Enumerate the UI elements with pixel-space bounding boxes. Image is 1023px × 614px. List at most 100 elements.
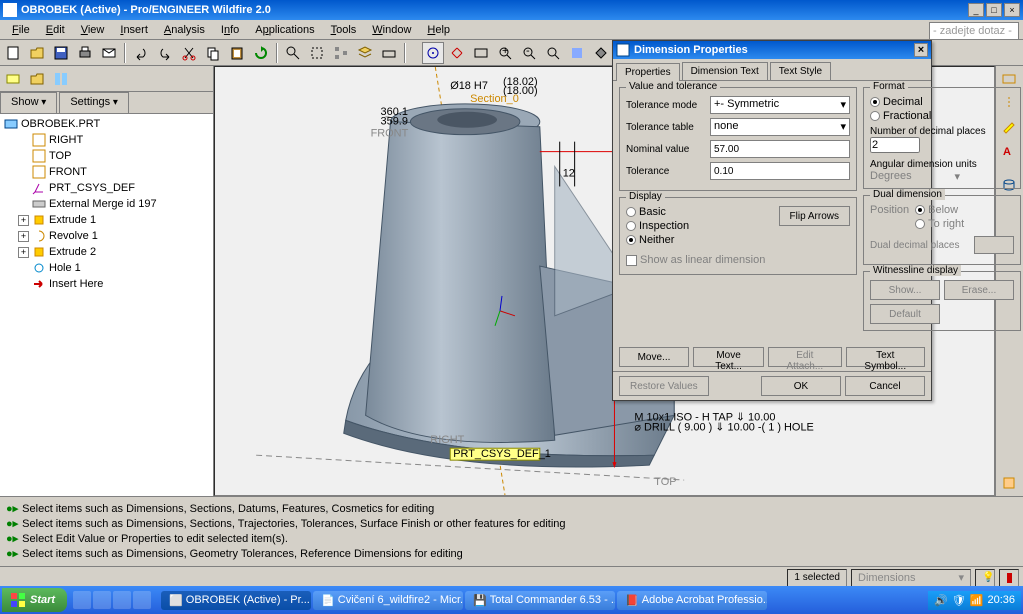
model-tree[interactable]: OBROBEK.PRT RIGHT TOP FRONT PRT_CSYS_DEF… [0,114,213,496]
regen-button[interactable] [250,42,272,64]
paste-button[interactable] [226,42,248,64]
tray-icon[interactable]: 🔊 [934,594,948,607]
tree-item[interactable]: Insert Here [2,276,211,292]
menu-help[interactable]: Help [419,22,458,38]
sidebar-tool1[interactable] [2,68,24,90]
tree-item[interactable]: Hole 1 [2,260,211,276]
tree-root[interactable]: OBROBEK.PRT [2,116,211,132]
restore-button: Restore Values [619,376,709,396]
find-button[interactable] [282,42,304,64]
info-tool-button[interactable] [998,472,1020,494]
neither-radio[interactable]: Neither [626,234,689,246]
tolerance-input[interactable] [710,162,850,180]
menu-analysis[interactable]: Analysis [156,22,213,38]
expand-icon[interactable]: + [18,215,29,226]
redo-button[interactable] [154,42,176,64]
sidebar-tool2[interactable] [26,68,48,90]
menu-window[interactable]: Window [364,22,419,38]
filter-select[interactable]: Dimensions▾ [851,569,971,587]
show-button: Show... [870,280,940,300]
tab-dimension-text[interactable]: Dimension Text [682,62,768,80]
show-dropdown[interactable]: Show ▾ [0,92,57,113]
minimize-button[interactable]: _ [968,3,984,17]
start-button[interactable]: Start [2,588,67,612]
tray-icon[interactable]: 📶 [970,594,984,607]
orient-button[interactable] [446,42,468,64]
copy-button[interactable] [202,42,224,64]
tree-item[interactable]: TOP [2,148,211,164]
shade-button[interactable] [590,42,612,64]
cut-button[interactable] [178,42,200,64]
zoom-in-button[interactable]: - [518,42,540,64]
dialog-close-button[interactable]: × [914,43,928,57]
taskbar-task[interactable]: 📕Adobe Acrobat Professio... [617,591,767,610]
decimal-places-input[interactable] [870,137,920,153]
tree-item[interactable]: External Merge id 197 [2,196,211,212]
tree-item[interactable]: +Revolve 1 [2,228,211,244]
undo-button[interactable] [130,42,152,64]
settings-dropdown[interactable]: Settings ▾ [59,92,129,113]
refit-button[interactable]: + [494,42,516,64]
app-icon [3,3,17,17]
tab-text-style[interactable]: Text Style [770,62,831,80]
decimal-radio[interactable]: Decimal [870,96,1014,108]
select-button[interactable] [306,42,328,64]
menu-edit[interactable]: Edit [38,22,73,38]
layers-button[interactable] [354,42,376,64]
menu-view[interactable]: View [73,22,113,38]
move-text-button[interactable]: Move Text... [693,347,764,367]
stop-icon[interactable] [999,569,1019,587]
expand-icon[interactable]: + [18,231,29,242]
ql-explorer-icon[interactable] [133,591,151,609]
menu-insert[interactable]: Insert [112,22,156,38]
tree-item[interactable]: +Extrude 2 [2,244,211,260]
open-button[interactable] [26,42,48,64]
menu-applications[interactable]: Applications [247,22,322,38]
tree-item[interactable]: RIGHT [2,132,211,148]
taskbar-task[interactable]: 💾Total Commander 6.53 - ... [465,591,615,610]
inspection-radio[interactable]: Inspection [626,220,689,232]
nominal-value-input[interactable] [710,140,850,158]
search-input[interactable] [929,22,1019,40]
expand-icon[interactable]: + [18,247,29,258]
info-button[interactable] [378,42,400,64]
basic-radio[interactable]: Basic [626,206,689,218]
print-button[interactable] [74,42,96,64]
move-button[interactable]: Move... [619,347,689,367]
view-mgr-button[interactable] [470,42,492,64]
menu-info[interactable]: Info [213,22,247,38]
tree-item[interactable]: PRT_CSYS_DEF [2,180,211,196]
zoom-out-button[interactable] [542,42,564,64]
spin-center-button[interactable] [422,42,444,64]
tab-properties[interactable]: Properties [616,63,680,81]
cancel-button[interactable]: Cancel [845,376,925,396]
sidebar-tool3[interactable] [50,68,72,90]
new-button[interactable] [2,42,24,64]
taskbar-task[interactable]: 📄Cvičení 6_wildfire2 - Micr... [313,591,463,610]
svg-text:359.9: 359.9 [381,116,408,128]
tolerance-table-select[interactable]: none▾ [710,118,850,136]
repaint-button[interactable] [566,42,588,64]
taskbar-task[interactable]: ⬜OBROBEK (Active) - Pr... [161,591,311,610]
menu-file[interactable]: File [4,22,38,38]
text-symbol-button[interactable]: Text Symbol... [846,347,925,367]
menu-tools[interactable]: Tools [323,22,365,38]
model-tree-button[interactable] [330,42,352,64]
ql-ie-icon[interactable] [73,591,91,609]
mail-button[interactable] [98,42,120,64]
svg-text:FRONT: FRONT [371,128,409,140]
dialog-title-bar[interactable]: Dimension Properties × [613,41,931,59]
tray-icon[interactable]: 🛡 [952,594,966,607]
close-button[interactable]: × [1004,3,1020,17]
fractional-radio[interactable]: Fractional [870,110,1014,122]
tolerance-mode-select[interactable]: +- Symmetric▾ [710,96,850,114]
ql-desktop-icon[interactable] [93,591,111,609]
ql-mail-icon[interactable] [113,591,131,609]
tree-item[interactable]: FRONT [2,164,211,180]
maximize-button[interactable]: □ [986,3,1002,17]
flip-arrows-button[interactable]: Flip Arrows [779,206,850,226]
tree-item[interactable]: +Extrude 1 [2,212,211,228]
system-tray[interactable]: 🔊 🛡 📶 20:36 [928,591,1021,610]
save-button[interactable] [50,42,72,64]
ok-button[interactable]: OK [761,376,841,396]
